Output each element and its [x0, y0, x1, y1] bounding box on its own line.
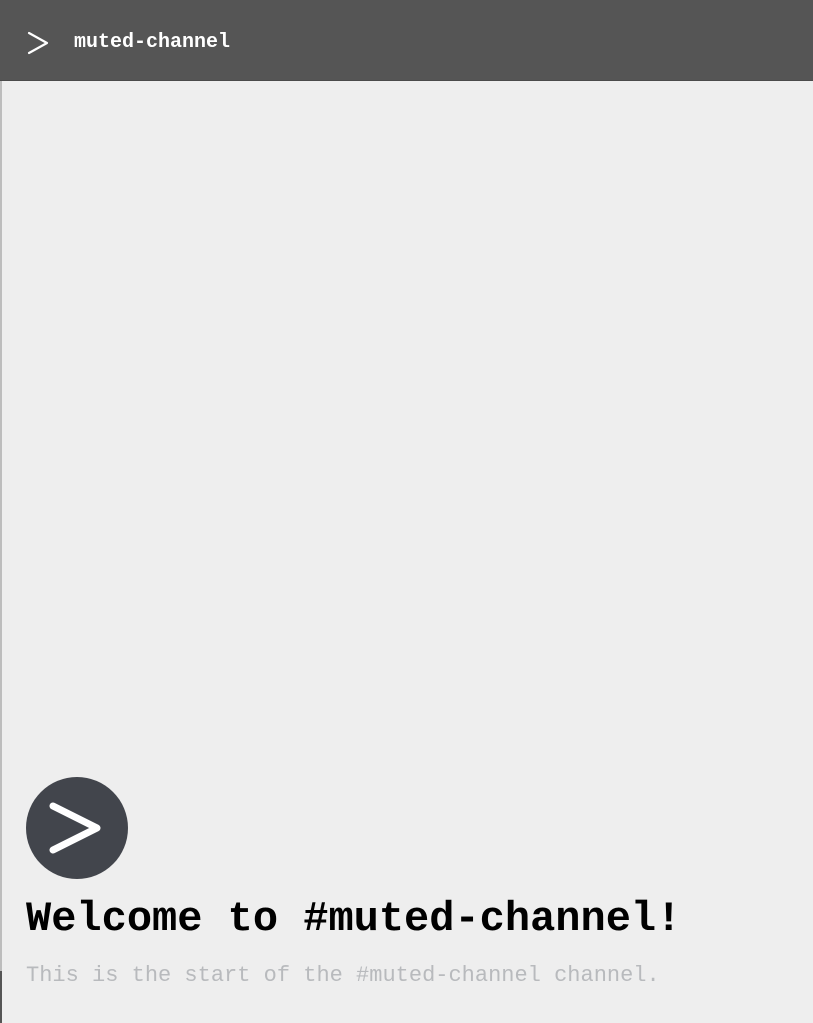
channel-header: muted-channel [0, 0, 813, 81]
channel-title: muted-channel [74, 31, 231, 54]
channel-avatar [26, 777, 128, 879]
channel-content [0, 81, 813, 1023]
channel-start-message: This is the start of the #muted-channel … [26, 963, 660, 988]
chevron-right-icon [49, 802, 101, 854]
chevron-right-icon [27, 31, 49, 55]
bottom-left-border-mark [0, 971, 2, 1023]
welcome-title: Welcome to #muted-channel! [26, 895, 682, 943]
